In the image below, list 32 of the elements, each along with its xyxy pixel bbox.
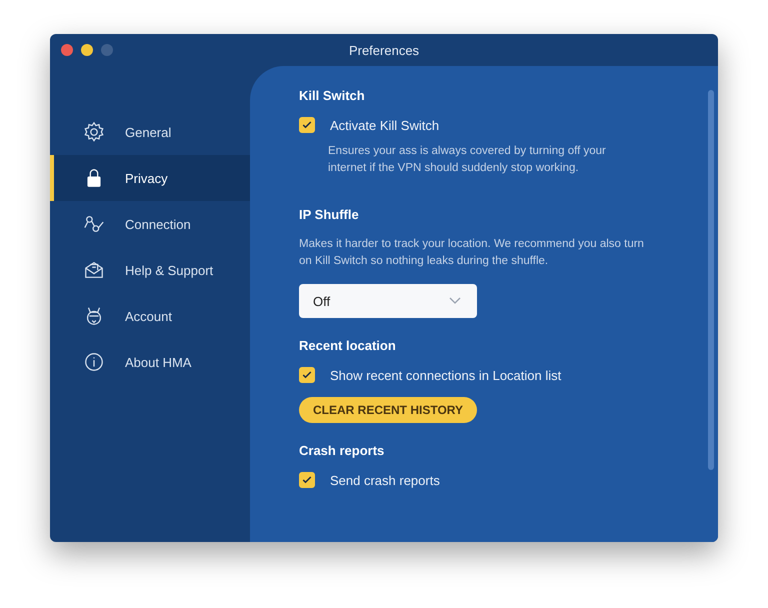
connection-icon xyxy=(83,213,105,235)
minimize-button[interactable] xyxy=(81,44,93,56)
description-text: Makes it harder to track your location. We recommend you also turn on Kill Switch so nothing leaks during the shuffle. xyxy=(299,237,645,269)
section-heading: IP Shuffle xyxy=(299,207,360,222)
checkbox[interactable] xyxy=(299,472,315,488)
checkbox[interactable] xyxy=(299,117,315,133)
checkbox-label: Send crash reports xyxy=(330,472,440,488)
sidebar-item[interactable]: Help & Support xyxy=(50,247,250,293)
scrollbar-thumb[interactable] xyxy=(708,90,714,470)
info-icon xyxy=(83,351,105,373)
chevron-down-icon xyxy=(449,297,461,305)
shuffle-dropdown[interactable]: Off xyxy=(299,284,477,318)
sidebar-item[interactable]: Privacy xyxy=(50,155,250,201)
section-heading: Kill Switch xyxy=(299,88,366,103)
section-heading: Recent location xyxy=(299,338,397,353)
checkmark-icon xyxy=(301,474,313,486)
gear-icon xyxy=(83,121,105,143)
envelope-icon xyxy=(83,259,105,281)
checkmark-icon xyxy=(301,369,313,381)
section-heading: Crash reports xyxy=(299,443,386,458)
window-title: Preferences xyxy=(348,42,420,58)
sidebar-item[interactable]: General xyxy=(50,109,250,155)
checkbox-label: Activate Kill Switch xyxy=(330,118,440,132)
description-text: Ensures your ass is always covered by turning off your internet if the VPN should suddenly stop working. xyxy=(328,144,607,176)
checkbox[interactable] xyxy=(299,367,315,383)
checkmark-icon xyxy=(301,119,313,131)
sidebar-item[interactable]: About HMA xyxy=(50,339,250,385)
sidebar-item[interactable]: Connection xyxy=(50,201,250,247)
sidebar-item[interactable]: Account xyxy=(50,293,250,339)
close-button[interactable] xyxy=(61,44,73,56)
checkbox-label: Show recent connections in Location list xyxy=(330,368,562,382)
clear-history-button[interactable]: CLEAR RECENT HISTORY xyxy=(299,397,478,423)
